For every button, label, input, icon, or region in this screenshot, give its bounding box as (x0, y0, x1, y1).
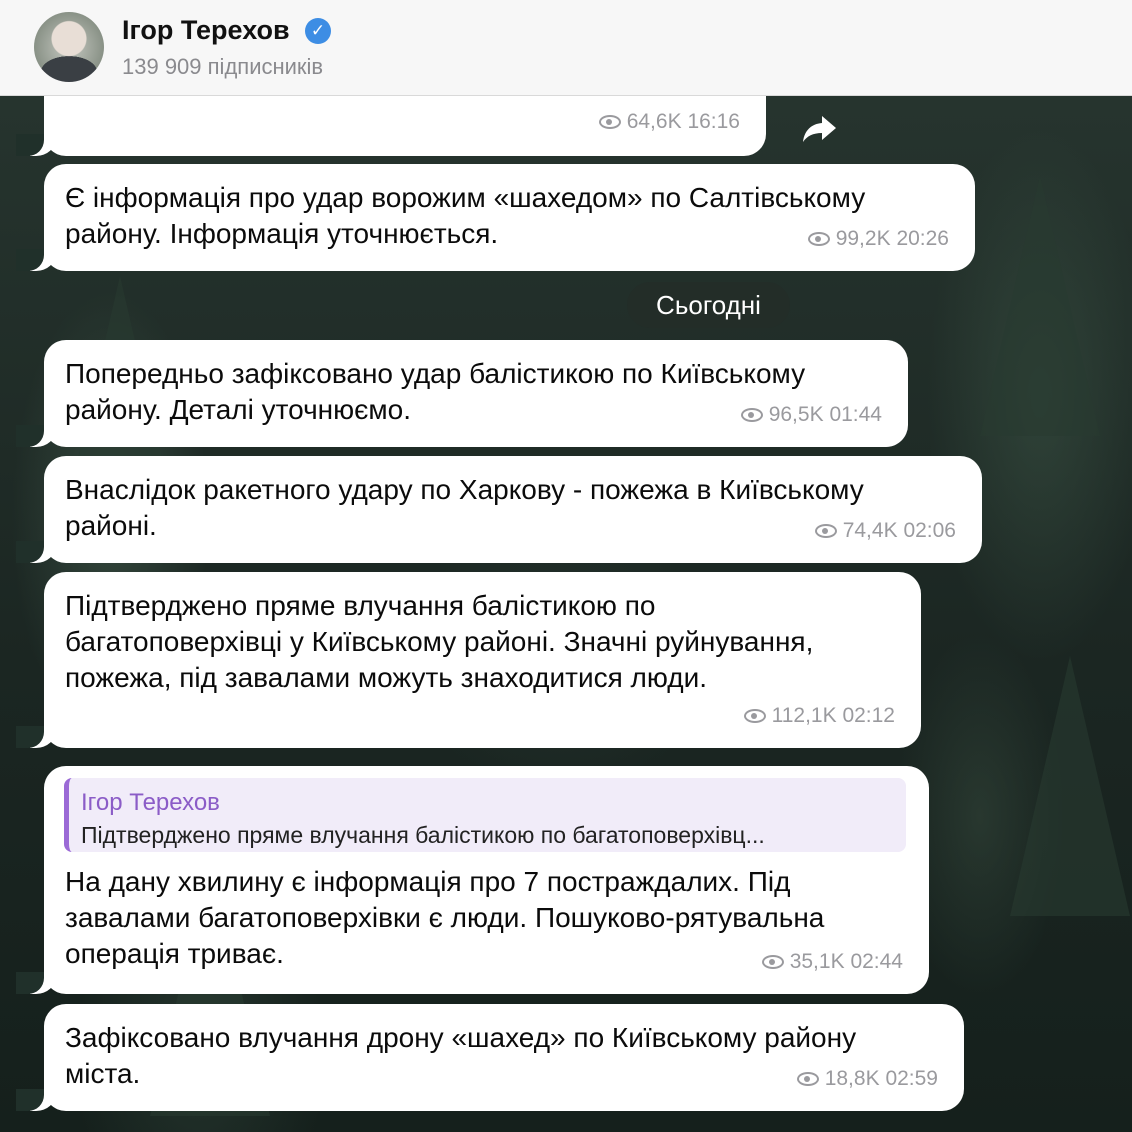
channel-name[interactable]: Ігор Терехов (122, 15, 290, 46)
view-count: 74,4K (842, 519, 898, 542)
view-count: 99,2K (835, 227, 891, 250)
message-line: міста. (65, 1058, 141, 1089)
message-meta: 96,5K 01:44 (740, 397, 882, 433)
verified-check-icon: ✓ (305, 18, 331, 44)
background-tree (980, 176, 1100, 436)
message-meta: 64,6K 16:16 (598, 104, 740, 140)
message-line: Є інформація про удар ворожим «шахедом» … (65, 182, 866, 213)
message-line: На дану хвилину є інформація про 7 постр… (65, 866, 791, 897)
message-text: На дану хвилину є інформація про 7 постр… (65, 864, 824, 972)
message-time: 20:26 (896, 227, 949, 250)
message-text: Є інформація про удар ворожим «шахедом» … (65, 180, 865, 252)
message-text: Попередньо зафіксовано удар балістикою п… (65, 356, 805, 428)
message-time: 02:12 (842, 704, 895, 727)
message-meta: 112,1K 02:12 (743, 698, 895, 734)
message-line: багатоповерхівці у Київському районі. Зн… (65, 626, 814, 657)
message-line: завалами багатоповерхівки є люди. Пошуко… (65, 902, 825, 933)
eye-icon (796, 1072, 819, 1086)
eye-icon (743, 709, 766, 723)
view-count: 35,1K (789, 950, 845, 973)
message-line: Внаслідок ракетного удару по Харкову - п… (65, 474, 864, 505)
view-count: 96,5K (768, 403, 824, 426)
background-tree (1010, 656, 1130, 916)
subscriber-count: 139 909 підписників (122, 54, 324, 79)
message-time: 02:59 (885, 1067, 938, 1090)
reply-text: Підтверджено пряме влучання балістикою п… (81, 822, 765, 848)
view-count: 112,1K (771, 704, 837, 727)
message-meta: 99,2K 20:26 (807, 221, 949, 257)
eye-icon (761, 955, 784, 969)
message-line: Попередньо зафіксовано удар балістикою п… (65, 358, 806, 389)
message-meta: 35,1K 02:44 (761, 944, 903, 980)
message-time: 16:16 (687, 110, 740, 133)
message-line: Підтверджено пряме влучання балістикою п… (65, 590, 656, 621)
message-line: Зафіксовано влучання дрону «шахед» по Ки… (65, 1022, 857, 1053)
message-line: району. Інформація уточнюється. (65, 218, 499, 249)
eye-icon (598, 115, 621, 129)
message-text: Внаслідок ракетного удару по Харкову - п… (65, 472, 864, 544)
message-bubble[interactable]: Підтверджено пряме влучання балістикою п… (16, 572, 921, 748)
reply-quote[interactable]: Ігор Терехов Підтверджено пряме влучання… (64, 778, 906, 852)
message-bubble[interactable]: Зафіксовано влучання дрону «шахед» по Ки… (16, 1004, 964, 1111)
message-line: пожежа, під завалами можуть знаходитися … (65, 662, 708, 693)
message-time: 02:06 (903, 519, 956, 542)
view-count: 64,6K (626, 110, 682, 133)
message-time: 01:44 (829, 403, 882, 426)
reply-author: Ігор Терехов (81, 789, 220, 816)
message-time: 02:44 (850, 950, 903, 973)
view-count: 18,8K (824, 1067, 880, 1090)
message-bubble[interactable]: Ігор Терехов Підтверджено пряме влучання… (16, 766, 929, 994)
channel-header[interactable]: Ігор Терехов ✓ 139 909 підписників (0, 0, 1132, 96)
eye-icon (807, 232, 830, 246)
message-line: операція триває. (65, 938, 284, 969)
channel-avatar[interactable] (34, 12, 104, 82)
message-text: Зафіксовано влучання дрону «шахед» по Ки… (65, 1020, 856, 1092)
message-meta: 18,8K 02:59 (796, 1061, 938, 1097)
message-line: районі. (65, 510, 157, 541)
message-text: Підтверджено пряме влучання балістикою п… (65, 588, 813, 696)
eye-icon (740, 408, 763, 422)
message-meta: 74,4K 02:06 (814, 513, 956, 549)
message-line: району. Деталі уточнюємо. (65, 394, 412, 425)
date-separator: Сьогодні (627, 282, 790, 328)
share-arrow-icon[interactable] (800, 108, 840, 148)
message-bubble[interactable]: Попередньо зафіксовано удар балістикою п… (16, 340, 908, 447)
message-bubble[interactable]: Є інформація про удар ворожим «шахедом» … (16, 164, 975, 271)
message-bubble[interactable]: Внаслідок ракетного удару по Харкову - п… (16, 456, 982, 563)
eye-icon (814, 524, 837, 538)
